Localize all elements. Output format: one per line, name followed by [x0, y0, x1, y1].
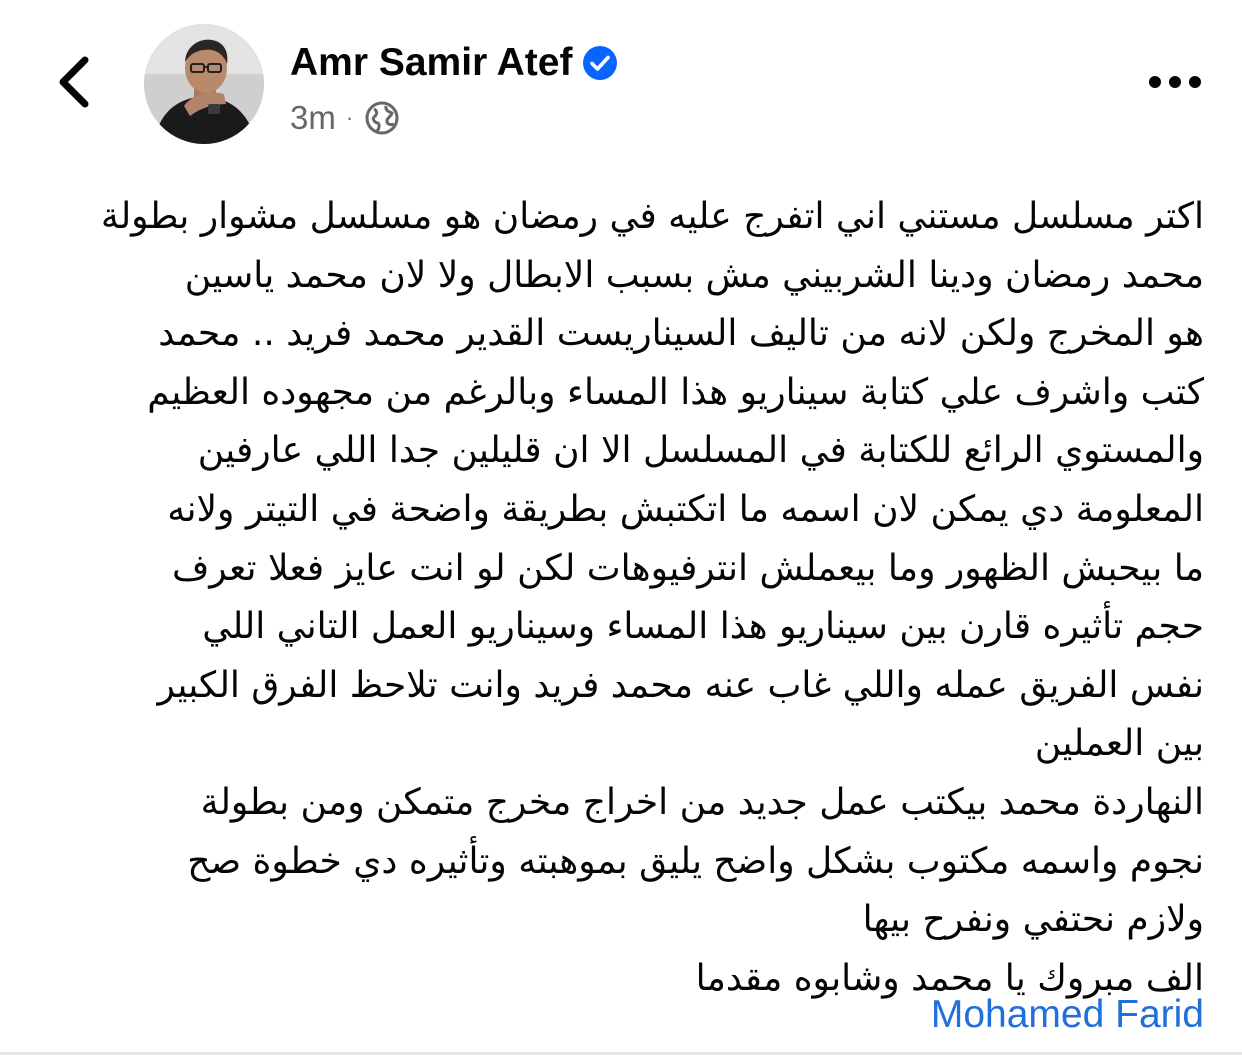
post-line: اكتر مسلسل مستني اني اتفرج عليه في رمضان… — [100, 196, 1204, 237]
author-name-text[interactable]: Amr Samir Atef — [290, 40, 572, 86]
verified-badge-icon — [583, 46, 618, 80]
post-line: المعلومة دي يمكن لان اسمه ما اتكتبش بطري… — [167, 488, 1204, 530]
more-horizontal-icon-dot — [1149, 76, 1161, 88]
post-line: محمد رمضان ودينا الشربيني مش بسبب الابطا… — [184, 254, 1204, 296]
back-button[interactable] — [48, 52, 100, 112]
more-horizontal-icon-dot — [1169, 76, 1181, 88]
post-timestamp[interactable]: 3m — [290, 99, 336, 137]
post-meta: 3m · — [290, 98, 399, 138]
author-name[interactable]: Amr Samir Atef — [290, 40, 618, 86]
meta-separator: · — [345, 105, 354, 130]
more-horizontal-icon-dot — [1189, 76, 1201, 88]
post-header: Amr Samir Atef 3m · — [0, 0, 1242, 160]
chevron-left-icon — [59, 56, 89, 108]
tagged-user-link[interactable]: Mohamed Farid — [931, 990, 1204, 1040]
post-line: نفس الفريق عمله واللي غاب عنه محمد فريد … — [157, 664, 1204, 706]
post-line: هو المخرج ولكن لانه من تاليف السيناريست … — [158, 313, 1204, 355]
post-line: نجوم واسمه مكتوب بشكل واضح يليق بموهبته … — [187, 840, 1204, 882]
post-line: والمستوي الرائع للكتابة في المسلسل الا ا… — [197, 430, 1204, 472]
post-line: بين العملين — [1034, 723, 1204, 765]
globe-icon[interactable] — [365, 101, 399, 135]
post-line: حجم تأثيره قارن بين سيناريو هذا المساء و… — [202, 606, 1204, 648]
more-options-button[interactable] — [1140, 62, 1210, 102]
post-line: ما بيحبش الظهور وما بيعملش انترفيوهات لك… — [171, 547, 1204, 589]
post-body: اكتر مسلسل مستني اني اتفرج عليه في رمضان… — [36, 188, 1204, 1008]
post-line: كتب واشرف علي كتابة سيناريو هذا المساء و… — [147, 371, 1204, 413]
post-line: ولازم نحتفي ونفرح بيها — [862, 899, 1204, 941]
avatar[interactable] — [144, 24, 264, 144]
post-line: النهاردة محمد بيكتب عمل جديد من اخراج مخ… — [200, 781, 1204, 823]
